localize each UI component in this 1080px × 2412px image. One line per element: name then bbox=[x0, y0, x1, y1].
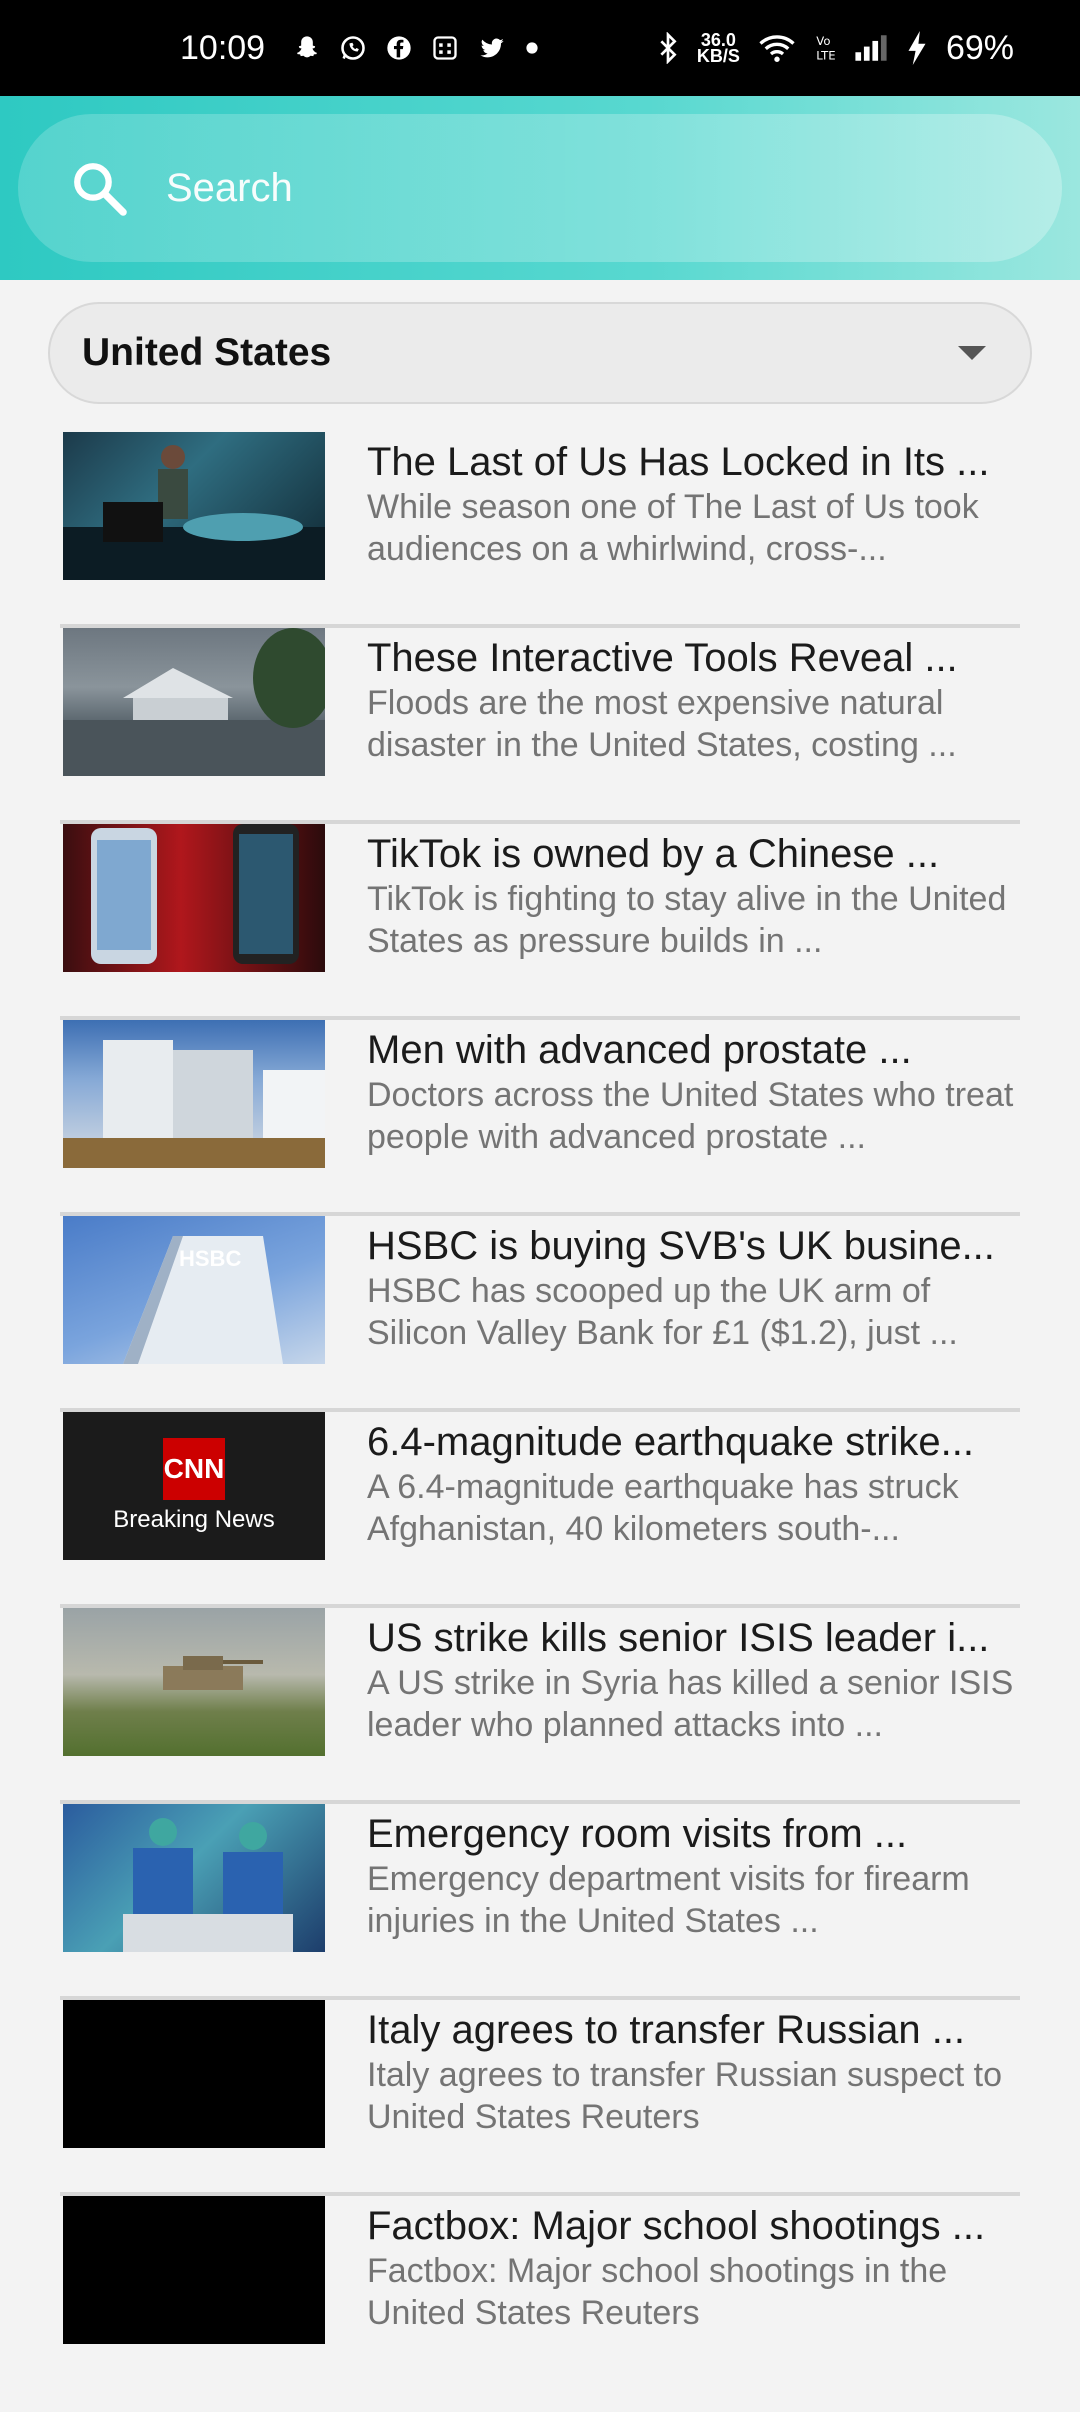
news-item[interactable]: Italy agrees to transfer Russian ... Ita… bbox=[60, 2000, 1020, 2196]
news-title: US strike kills senior ISIS leader i... bbox=[367, 1616, 990, 1660]
news-list: The Last of Us Has Locked in Its ... Whi… bbox=[60, 432, 1020, 2392]
news-item[interactable]: HSBC HSBC is buying SVB's UK busine... H… bbox=[60, 1216, 1020, 1412]
whatsapp-icon bbox=[339, 34, 367, 62]
news-item[interactable]: CNN Breaking News 6.4-magnitude earthqua… bbox=[60, 1412, 1020, 1608]
news-item[interactable]: Emergency room visits from ... Emergency… bbox=[60, 1804, 1020, 2000]
charging-icon bbox=[906, 31, 928, 65]
news-thumbnail bbox=[63, 1608, 325, 1756]
bluetooth-icon bbox=[657, 32, 679, 64]
news-description: While season one of The Last of Us took … bbox=[367, 488, 979, 568]
search-bar[interactable] bbox=[18, 114, 1062, 262]
phones-image bbox=[91, 824, 299, 964]
news-text: Men with advanced prostate ... Doctors a… bbox=[367, 1020, 1020, 1212]
news-description: Floods are the most expensive natural di… bbox=[367, 684, 957, 764]
tank-image bbox=[163, 1656, 263, 1690]
news-text: 6.4-magnitude earthquake strike... A 6.4… bbox=[367, 1412, 1020, 1604]
country-selected: United States bbox=[82, 331, 332, 374]
news-thumbnail: HSBC bbox=[63, 1216, 325, 1364]
search-input[interactable] bbox=[164, 164, 968, 212]
news-item[interactable]: Men with advanced prostate ... Doctors a… bbox=[60, 1020, 1020, 1216]
news-description: Doctors across the United States who tre… bbox=[367, 1076, 1014, 1156]
network-speed: 36.0 KB/S bbox=[696, 31, 740, 66]
news-title: 6.4-magnitude earthquake strike... bbox=[367, 1420, 975, 1464]
battery-percentage: 69% bbox=[945, 28, 1014, 67]
news-text: The Last of Us Has Locked in Its ... Whi… bbox=[367, 432, 1020, 624]
snapchat-icon bbox=[293, 34, 321, 62]
news-title: Men with advanced prostate ... bbox=[367, 1028, 912, 1072]
breaking-news-label: Breaking News bbox=[113, 1506, 275, 1533]
news-item[interactable]: US strike kills senior ISIS leader i... … bbox=[60, 1608, 1020, 1804]
news-text: US strike kills senior ISIS leader i... … bbox=[367, 1608, 1020, 1800]
news-item[interactable]: These Interactive Tools Reveal ... Flood… bbox=[60, 628, 1020, 824]
news-item[interactable]: Factbox: Major school shootings ... Fact… bbox=[60, 2196, 1020, 2392]
news-thumbnail bbox=[63, 1020, 325, 1168]
news-title: Italy agrees to transfer Russian ... bbox=[367, 2008, 966, 2052]
news-item[interactable]: The Last of Us Has Locked in Its ... Whi… bbox=[60, 432, 1020, 628]
news-description: A 6.4-magnitude earthquake has struck Af… bbox=[367, 1468, 959, 1548]
svg-text:Vo: Vo bbox=[816, 34, 830, 48]
news-title: Factbox: Major school shootings ... bbox=[367, 2204, 986, 2248]
calendar-icon bbox=[431, 34, 459, 62]
news-title: Emergency room visits from ... bbox=[367, 1812, 908, 1856]
status-left: 10:09 bbox=[180, 29, 539, 68]
search-icon bbox=[74, 163, 127, 216]
twitter-icon bbox=[477, 34, 507, 62]
news-description: Factbox: Major school shootings in the U… bbox=[367, 2252, 948, 2332]
news-description: Italy agrees to transfer Russian suspect… bbox=[367, 2056, 1002, 2136]
volte-icon: Vo LTE bbox=[814, 32, 836, 64]
news-thumbnail bbox=[63, 2000, 325, 2148]
news-description: A US strike in Syria has killed a senior… bbox=[367, 1664, 1014, 1744]
news-title: The Last of Us Has Locked in Its ... bbox=[367, 440, 990, 484]
svg-text:LTE: LTE bbox=[816, 49, 835, 63]
status-time: 10:09 bbox=[180, 28, 266, 67]
news-thumbnail bbox=[63, 824, 325, 972]
news-title: These Interactive Tools Reveal ... bbox=[367, 636, 958, 680]
news-description: HSBC has scooped up the UK arm of Silico… bbox=[367, 1272, 958, 1352]
emergency-room-image bbox=[123, 1818, 293, 1952]
news-thumbnail bbox=[63, 1804, 325, 1952]
app-header bbox=[0, 96, 1080, 280]
facebook-icon bbox=[385, 34, 413, 62]
hsbc-tower-image bbox=[123, 1236, 283, 1364]
status-right: 36.0 KB/S Vo LTE 69% bbox=[657, 29, 1014, 68]
news-text: Factbox: Major school shootings ... Fact… bbox=[367, 2196, 1020, 2392]
wifi-icon bbox=[758, 33, 796, 63]
building-image bbox=[63, 1040, 325, 1168]
news-thumbnail bbox=[63, 628, 325, 776]
news-title: TikTok is owned by a Chinese ... bbox=[367, 832, 940, 876]
country-dropdown[interactable]: United States bbox=[48, 302, 1032, 404]
news-thumbnail: CNN Breaking News bbox=[63, 1412, 325, 1560]
news-text: Emergency room visits from ... Emergency… bbox=[367, 1804, 1020, 1996]
news-description: Emergency department visits for firearm … bbox=[367, 1860, 970, 1940]
news-text: These Interactive Tools Reveal ... Flood… bbox=[367, 628, 1020, 820]
surgery-image bbox=[63, 445, 325, 580]
news-thumbnail bbox=[63, 432, 325, 580]
news-title: HSBC is buying SVB's UK busine... bbox=[367, 1224, 995, 1268]
news-text: TikTok is owned by a Chinese ... TikTok … bbox=[367, 824, 1020, 1016]
news-thumbnail bbox=[63, 2196, 325, 2344]
hsbc-sign: HSBC bbox=[179, 1246, 242, 1271]
news-description: TikTok is fighting to stay alive in the … bbox=[367, 880, 1007, 960]
dot-icon bbox=[525, 41, 539, 55]
cnn-logo: CNN bbox=[163, 1438, 225, 1500]
chevron-down-icon bbox=[958, 346, 986, 360]
status-bar: 10:09 36.0 KB/S Vo LTE 69% bbox=[0, 0, 1080, 96]
news-text: HSBC is buying SVB's UK busine... HSBC h… bbox=[367, 1216, 1020, 1408]
news-text: Italy agrees to transfer Russian ... Ita… bbox=[367, 2000, 1020, 2192]
signal-icon bbox=[854, 35, 888, 61]
flood-image bbox=[63, 628, 325, 776]
network-speed-unit: KB/S bbox=[696, 46, 740, 66]
news-item[interactable]: TikTok is owned by a Chinese ... TikTok … bbox=[60, 824, 1020, 1020]
